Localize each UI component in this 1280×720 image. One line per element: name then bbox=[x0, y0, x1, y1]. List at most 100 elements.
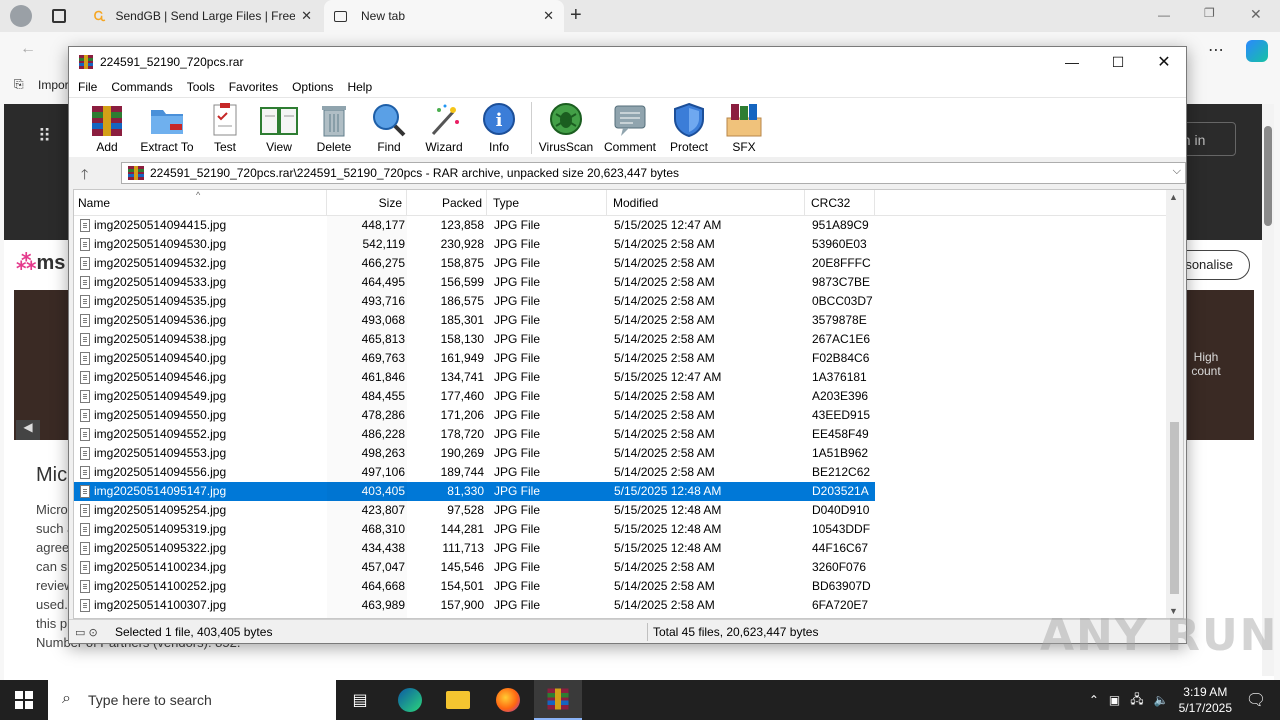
scroll-up-icon[interactable]: ▲ bbox=[1169, 192, 1178, 202]
table-row[interactable]: img20250514095147.jpg 403,405 81,330 JPG Fi… bbox=[74, 482, 1183, 501]
table-row[interactable]: img20250514095322.jpg 434,438 111,713 JPG F… bbox=[74, 539, 1183, 558]
table-row[interactable]: img20250514094415.jpg 448,177 123,858 JPG F… bbox=[74, 216, 1183, 235]
taskbar-search[interactable]: ⌕ Type here to search bbox=[48, 680, 336, 720]
network-icon[interactable]: 🖧 bbox=[1130, 690, 1143, 711]
apps-grid-icon[interactable]: ⠿ bbox=[38, 126, 51, 147]
table-row[interactable]: img20250514094540.jpg 469,763 161,949 JPG F… bbox=[74, 349, 1183, 368]
column-modified[interactable]: Modified bbox=[607, 190, 805, 216]
firefox-icon[interactable] bbox=[484, 680, 532, 720]
file-size: 457,047 bbox=[361, 560, 405, 574]
file-name: img20250514094556.jpg bbox=[94, 465, 227, 479]
notifications-icon[interactable]: 🗨 bbox=[1232, 680, 1280, 720]
table-row[interactable]: img20250514094533.jpg 464,495 156,599 JPG F… bbox=[74, 273, 1183, 292]
sort-up-icon: ^ bbox=[196, 190, 201, 200]
protect-button[interactable]: Protect bbox=[661, 102, 717, 156]
restore-icon[interactable]: ❐ bbox=[1204, 6, 1215, 20]
menu-tools[interactable]: Tools bbox=[180, 80, 222, 94]
table-row[interactable]: img20250514095319.jpg 468,310 144,281 JPG F… bbox=[74, 520, 1183, 539]
minimize-button[interactable]: — bbox=[1049, 47, 1095, 77]
new-tab-button[interactable]: + bbox=[570, 4, 582, 27]
table-row[interactable]: img20250514100307.jpg 463,989 157,900 JPG F… bbox=[74, 596, 1183, 615]
file-size: 478,286 bbox=[361, 408, 405, 422]
winrar-app-icon bbox=[79, 55, 93, 69]
close-tab-icon[interactable]: ✕ bbox=[301, 8, 312, 24]
info-button[interactable]: i Info bbox=[471, 102, 527, 156]
file-type: JPG File bbox=[494, 294, 541, 308]
chevron-down-icon[interactable]: ⌵ bbox=[1173, 165, 1181, 178]
edge-icon[interactable] bbox=[386, 680, 434, 720]
file-name: img20250514100307.jpg bbox=[94, 598, 227, 612]
address-field[interactable]: 224591_52190_720pcs.rar\224591_52190_720… bbox=[121, 162, 1186, 184]
table-row[interactable]: img20250514100234.jpg 457,047 145,546 JPG F… bbox=[74, 558, 1183, 577]
virusscan-button[interactable]: VirusScan bbox=[537, 102, 595, 156]
extract-to-button[interactable]: Extract To bbox=[137, 102, 197, 156]
file-modified: 5/14/2025 2:58 AM bbox=[614, 560, 715, 574]
tab-actions-icon[interactable] bbox=[52, 9, 66, 23]
list-header: Name ^ Size Packed Type Modified CRC32 bbox=[74, 190, 1183, 216]
chevron-up-icon[interactable]: ⌃ bbox=[1089, 693, 1099, 707]
column-packed[interactable]: Packed bbox=[407, 190, 487, 216]
clock[interactable]: 3:19 AM 5/17/2025 bbox=[1179, 684, 1232, 716]
view-button[interactable]: View bbox=[251, 102, 307, 156]
scrollbar-thumb[interactable] bbox=[1170, 422, 1179, 594]
table-row[interactable]: img20250514095254.jpg 423,807 97,528 JPG Fi… bbox=[74, 501, 1183, 520]
table-row[interactable]: img20250514094549.jpg 484,455 177,460 JPG F… bbox=[74, 387, 1183, 406]
comment-button[interactable]: Comment bbox=[601, 102, 659, 156]
column-crc32[interactable]: CRC32 bbox=[805, 190, 875, 216]
close-icon[interactable]: ✕ bbox=[1250, 6, 1262, 23]
add-button[interactable]: Add bbox=[79, 102, 135, 156]
column-type[interactable]: Type bbox=[487, 190, 607, 216]
close-button[interactable]: ✕ bbox=[1141, 47, 1187, 77]
delete-button[interactable]: Delete bbox=[306, 102, 362, 156]
find-button[interactable]: Find bbox=[361, 102, 417, 156]
table-row[interactable]: img20250514100252.jpg 464,668 154,501 JPG F… bbox=[74, 577, 1183, 596]
volume-icon[interactable]: 🔈 bbox=[1154, 693, 1169, 707]
winrar-taskbar-icon[interactable] bbox=[534, 680, 582, 720]
maximize-button[interactable]: ☐ bbox=[1095, 47, 1141, 77]
up-folder-icon[interactable]: 🡑 bbox=[81, 164, 88, 188]
vertical-scrollbar[interactable]: ▲ ▼ bbox=[1166, 190, 1183, 618]
table-row[interactable]: img20250514094535.jpg 493,716 186,575 JPG F… bbox=[74, 292, 1183, 311]
test-button[interactable]: Test bbox=[197, 102, 253, 156]
title-bar[interactable]: 224591_52190_720pcs.rar — ☐ ✕ bbox=[69, 47, 1186, 77]
menu-commands[interactable]: Commands bbox=[104, 80, 179, 94]
file-packed: 144,281 bbox=[440, 522, 484, 536]
tab-strip: Ꮹ SendGB | Send Large Files | Free fi ✕ … bbox=[0, 0, 1280, 32]
table-row[interactable]: img20250514094536.jpg 493,068 185,301 JPG F… bbox=[74, 311, 1183, 330]
page-scrollbar-thumb[interactable] bbox=[1264, 126, 1272, 226]
sfx-button[interactable]: SFX bbox=[716, 102, 772, 156]
wizard-button[interactable]: Wizard bbox=[416, 102, 472, 156]
column-size[interactable]: Size bbox=[327, 190, 407, 216]
table-row[interactable]: img20250514094538.jpg 465,813 158,130 JPG F… bbox=[74, 330, 1183, 349]
file-crc32: 3579878E bbox=[812, 313, 867, 327]
task-view-icon[interactable]: ▤ bbox=[336, 680, 384, 720]
profile-avatar[interactable] bbox=[10, 5, 32, 27]
file-type: JPG File bbox=[494, 389, 541, 403]
table-row[interactable]: img20250514094556.jpg 497,106 189,744 JPG F… bbox=[74, 463, 1183, 482]
minimize-icon[interactable]: — bbox=[1158, 8, 1170, 22]
close-tab-icon[interactable]: ✕ bbox=[543, 8, 554, 24]
column-name[interactable]: Name ^ bbox=[74, 190, 327, 216]
table-row[interactable]: img20250514094546.jpg 461,846 134,741 JPG F… bbox=[74, 368, 1183, 387]
file-explorer-icon[interactable] bbox=[434, 680, 482, 720]
table-row[interactable]: img20250514094552.jpg 486,228 178,720 JPG F… bbox=[74, 425, 1183, 444]
menu-favorites[interactable]: Favorites bbox=[222, 80, 285, 94]
prev-icon[interactable]: ◀ bbox=[16, 420, 40, 440]
copilot-icon[interactable] bbox=[1246, 40, 1268, 62]
file-type: JPG File bbox=[494, 427, 541, 441]
more-icon[interactable]: ⋯ bbox=[1208, 40, 1224, 60]
table-row[interactable]: img20250514094532.jpg 466,275 158,875 JPG F… bbox=[74, 254, 1183, 273]
menu-help[interactable]: Help bbox=[340, 80, 379, 94]
table-row[interactable]: img20250514094530.jpg 542,119 230,928 JPG F… bbox=[74, 235, 1183, 254]
page-scrollbar[interactable] bbox=[1262, 104, 1274, 676]
table-row[interactable]: img20250514094553.jpg 498,263 190,269 JPG F… bbox=[74, 444, 1183, 463]
start-button[interactable] bbox=[0, 680, 48, 720]
tab-sendgb[interactable]: Ꮹ SendGB | Send Large Files | Free fi ✕ bbox=[84, 0, 322, 32]
back-icon[interactable]: ← bbox=[20, 40, 36, 58]
table-row[interactable]: img20250514094550.jpg 478,286 171,206 JPG F… bbox=[74, 406, 1183, 425]
menu-file[interactable]: File bbox=[71, 80, 104, 94]
favorites-item[interactable]: Impor bbox=[38, 78, 69, 92]
tab-new-tab[interactable]: New tab ✕ bbox=[324, 0, 564, 32]
menu-options[interactable]: Options bbox=[285, 80, 340, 94]
device-icon[interactable]: ▣ bbox=[1109, 693, 1120, 707]
